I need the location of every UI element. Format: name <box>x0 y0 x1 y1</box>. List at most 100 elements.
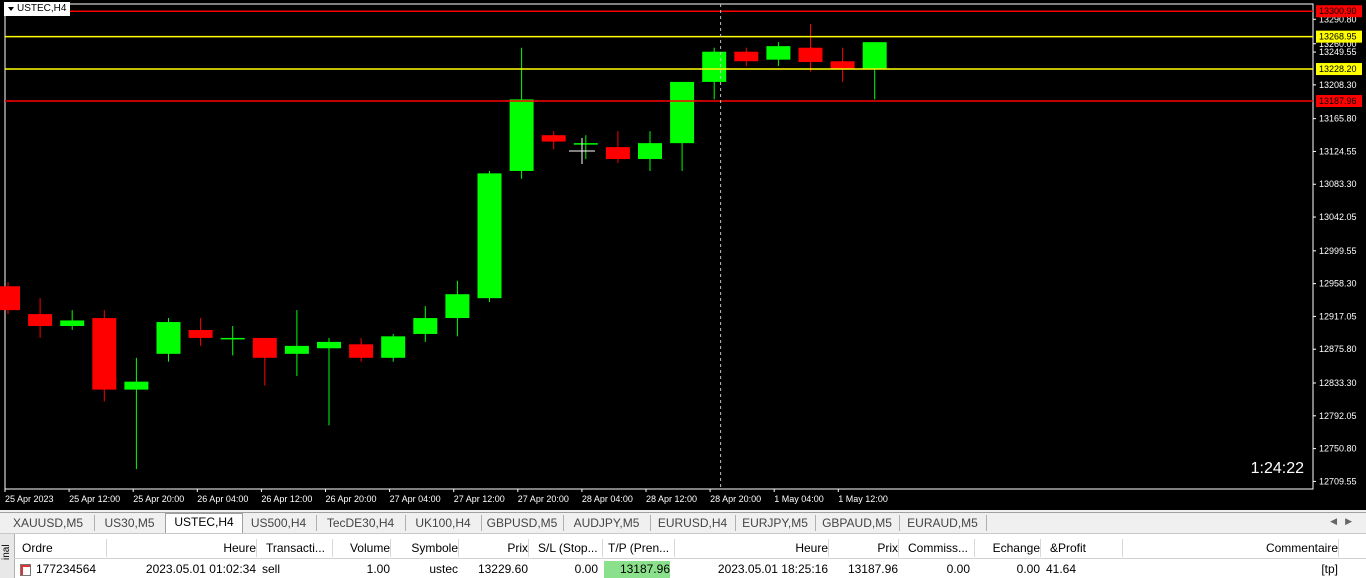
cell-tp: 13187.96 <box>604 561 670 578</box>
symbol-label[interactable]: USTEC,H4 <box>4 2 71 16</box>
cell-volume: 1.00 <box>366 562 390 576</box>
column-header-symbole[interactable]: Symbole <box>396 539 459 557</box>
candle-body <box>220 337 245 340</box>
cell-sl: 0.00 <box>574 562 598 576</box>
y-tick-label: 13124.55 <box>1319 146 1357 156</box>
column-header-commentaire[interactable]: Commentaire <box>1124 539 1339 557</box>
candle <box>670 81 695 171</box>
cell-profit: 41.64 <box>1046 562 1077 576</box>
x-tick-label: 25 Apr 12:00 <box>69 494 120 504</box>
column-header-commission[interactable]: Commiss... <box>904 539 975 557</box>
candle <box>638 131 662 171</box>
candle-body <box>734 51 759 62</box>
y-tick-label: 13165.80 <box>1319 114 1357 124</box>
column-header-transaction[interactable]: Transacti... <box>262 539 333 557</box>
chart-area[interactable]: 13290.80 13260.00 13249.55 13208.30 13165.80… <box>0 0 1366 510</box>
candle <box>605 131 630 164</box>
tab-xauusd-m5[interactable]: XAUUSD,M5 <box>2 515 95 531</box>
column-header-volume[interactable]: Volume <box>334 539 391 557</box>
column-header-heure-close[interactable]: Heure <box>676 539 829 557</box>
column-header-tp[interactable]: T/P (Pren... <box>604 539 675 557</box>
x-tick-label: 26 Apr 12:00 <box>261 494 312 504</box>
x-tick-label: 28 Apr 12:00 <box>646 494 697 504</box>
tab-us30-m5[interactable]: US30,M5 <box>94 515 166 531</box>
candle <box>541 131 566 150</box>
candle <box>862 42 887 100</box>
candle-body <box>252 337 277 358</box>
candle-body <box>349 344 374 358</box>
tab-us500-h4[interactable]: US500,H4 <box>241 515 317 531</box>
x-tick-label: 28 Apr 04:00 <box>582 494 633 504</box>
y-tick-label: 13208.30 <box>1319 80 1357 90</box>
column-header-heure[interactable]: Heure <box>108 539 257 557</box>
cell-prix: 13229.60 <box>477 562 528 576</box>
cell-echange: 0.00 <box>1016 562 1040 576</box>
candle-countdown-timer: 1:24:22 <box>1250 460 1304 477</box>
dropdown-triangle-icon[interactable] <box>8 7 14 11</box>
cell-heure: 2023.05.01 01:02:34 <box>145 562 256 576</box>
candle <box>766 42 791 67</box>
candle <box>0 282 20 315</box>
column-header-prix-close[interactable]: Prix <box>834 539 899 557</box>
candle <box>284 310 309 377</box>
level-label: 13187.96 <box>1319 96 1357 106</box>
y-tick-label: 12958.30 <box>1319 279 1357 289</box>
x-tick-label: 27 Apr 04:00 <box>390 494 441 504</box>
tab-gbpaud-m5[interactable]: GBPAUD,M5 <box>815 515 900 531</box>
candle <box>252 337 277 386</box>
y-tick-label: 12833.30 <box>1319 378 1357 388</box>
cell-transaction: sell <box>262 562 281 576</box>
candlestick-chart[interactable]: 13290.8013260.0013249.5513208.3013165.80… <box>0 0 1366 510</box>
cell-prix-close: 13187.96 <box>847 562 898 576</box>
candle <box>381 333 406 362</box>
cell-heure-close: 2023.05.01 18:25:16 <box>717 562 828 576</box>
candle-body <box>317 341 341 349</box>
terminal-side-label[interactable]: inal <box>0 534 15 578</box>
chart-tabs-bar: XAUUSD,M5 US30,M5 USTEC,H4 US500,H4 TecDE30,… <box>0 512 1366 534</box>
tab-audjpy-m5[interactable]: AUDJPY,M5 <box>563 515 651 531</box>
candle <box>413 306 438 342</box>
candle <box>317 337 341 426</box>
x-tick-label: 25 Apr 2023 <box>5 494 54 504</box>
column-header-echange[interactable]: Echange <box>976 539 1041 557</box>
x-tick-label: 1 May 12:00 <box>838 494 888 504</box>
tab-euraud-m5[interactable]: EURAUD,M5 <box>899 515 987 531</box>
candle <box>573 135 598 160</box>
candle-body <box>188 329 213 338</box>
tab-eurusd-h4[interactable]: EURUSD,H4 <box>650 515 736 531</box>
tab-tecde30-h4[interactable]: TecDE30,H4 <box>316 515 406 531</box>
candle <box>734 47 759 67</box>
candle-body <box>445 294 470 319</box>
column-header-ordre[interactable]: Ordre <box>18 539 107 557</box>
x-tick-label: 28 Apr 20:00 <box>710 494 761 504</box>
x-tick-label: 26 Apr 20:00 <box>326 494 377 504</box>
candle-body <box>92 318 117 390</box>
tab-uk100-h4[interactable]: UK100,H4 <box>405 515 482 531</box>
candle <box>798 23 823 72</box>
x-tick-label: 27 Apr 12:00 <box>454 494 505 504</box>
tab-gbpusd-m5[interactable]: GBPUSD,M5 <box>481 515 564 531</box>
tab-ustec-h4[interactable]: USTEC,H4 <box>165 513 243 533</box>
terminal-header-row: Ordre Heure Transacti... Volume Symbole Prix S… <box>14 534 1366 559</box>
y-tick-label: 12750.80 <box>1319 444 1357 454</box>
level-label: 13300.90 <box>1319 6 1357 16</box>
column-header-sl[interactable]: S/L (Stop... <box>534 539 603 557</box>
tab-eurjpy-m5[interactable]: EURJPY,M5 <box>735 515 816 531</box>
candle <box>702 47 727 100</box>
column-header-profit[interactable]: &Profit <box>1046 539 1123 557</box>
candle-body <box>702 51 727 82</box>
candle-body <box>862 42 887 69</box>
candle-body <box>830 61 855 70</box>
cell-ordre: 177234564 <box>18 561 102 578</box>
candle <box>477 170 502 303</box>
candle <box>92 310 117 402</box>
column-header-prix[interactable]: Prix <box>464 539 529 557</box>
tab-scroll-arrows-icon[interactable]: ◀▶ <box>1330 516 1360 527</box>
candle-body <box>541 135 566 142</box>
candle <box>188 318 213 346</box>
x-tick-label: 1 May 04:00 <box>774 494 824 504</box>
candle-body <box>60 320 85 327</box>
y-tick-label: 12792.05 <box>1319 411 1357 421</box>
x-tick-label: 26 Apr 04:00 <box>197 494 248 504</box>
candle-body <box>28 314 53 327</box>
